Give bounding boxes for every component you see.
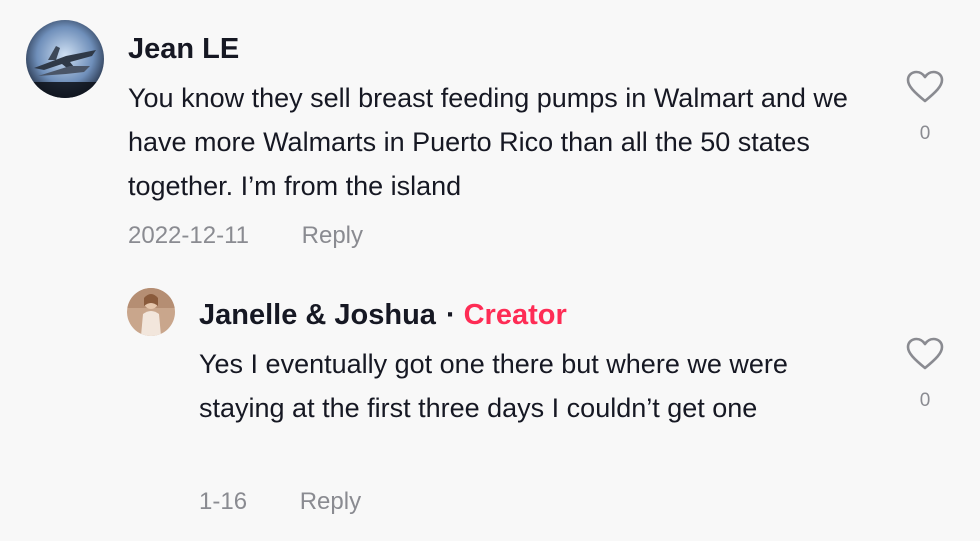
comment-author[interactable]: Jean LE — [128, 32, 239, 66]
reply-author: Janelle & Joshua · Creator — [199, 298, 567, 332]
like-count: 0 — [919, 390, 931, 411]
reply-button[interactable]: Reply — [302, 222, 363, 249]
reply-date: 1-16 — [199, 488, 248, 515]
avatar[interactable] — [127, 288, 175, 336]
comment-meta: 2022-12-11 Reply — [128, 222, 363, 250]
heart-icon[interactable] — [906, 337, 944, 371]
like-count: 0 — [919, 123, 931, 144]
separator-dot: · — [445, 299, 456, 331]
reply-button[interactable]: Reply — [300, 488, 361, 515]
like-button[interactable]: 0 — [905, 70, 945, 145]
reply-text: Yes I eventually got one there but where… — [199, 349, 788, 423]
jet-fighter-icon — [26, 20, 104, 98]
reply-author-name[interactable]: Janelle & Joshua — [199, 299, 436, 331]
comment-thread: Jean LE You know they sell breast feedin… — [0, 0, 980, 541]
person-photo-icon — [127, 288, 175, 336]
avatar[interactable] — [26, 20, 104, 98]
comment-date: 2022-12-11 — [128, 222, 249, 249]
like-button[interactable]: 0 — [905, 337, 945, 412]
comment-text: You know they sell breast feeding pumps … — [128, 83, 848, 201]
heart-icon[interactable] — [906, 70, 944, 104]
reply-meta: 1-16 Reply — [199, 488, 361, 516]
comment-author-name[interactable]: Jean LE — [128, 33, 239, 65]
creator-badge: Creator — [463, 299, 567, 331]
